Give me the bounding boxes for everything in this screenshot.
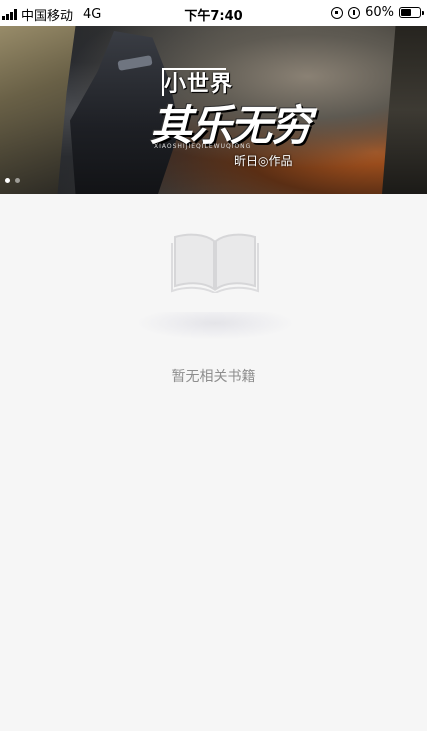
carousel-dot-2[interactable] [15, 178, 20, 183]
book-shadow [135, 312, 295, 340]
rotation-lock-icon [331, 6, 344, 19]
battery-percent: 60% [365, 5, 394, 20]
status-bar: 中国移动 4G 下午7:40 60% [0, 0, 427, 26]
empty-message: 暂无相关书籍 [171, 369, 256, 385]
status-right: 60% [331, 5, 424, 20]
carousel-indicator [5, 178, 20, 183]
alarm-icon [348, 6, 361, 19]
banner-pinyin: XIAOSHIJIEQILEWUQIONG [154, 143, 252, 150]
banner-art-robot-right [382, 26, 427, 194]
book-icon [171, 233, 259, 293]
banner-author: 昕日◎作品 [234, 154, 293, 168]
battery-icon [399, 7, 424, 18]
carousel-dot-1[interactable] [5, 178, 10, 183]
banner-art-robot-left [0, 26, 76, 194]
banner-carousel[interactable]: 小世界 其乐无穷 XIAOSHIJIEQILEWUQIONG 昕日◎作品 [0, 26, 427, 194]
banner-title-block: 小世界 其乐无穷 XIAOSHIJIEQILEWUQIONG 昕日◎作品 [150, 66, 330, 176]
